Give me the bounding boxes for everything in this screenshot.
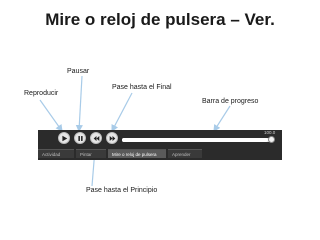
tab-pintar[interactable]: Pintar xyxy=(76,149,106,158)
time-readout: 100.0 xyxy=(264,130,276,135)
callout-arrows xyxy=(39,75,231,187)
arrow-reproducir xyxy=(39,99,63,132)
progress-bar[interactable] xyxy=(122,138,274,142)
pause-button[interactable] xyxy=(74,132,86,144)
pause-icon xyxy=(77,135,83,141)
callout-reproducir: Reproducir xyxy=(24,90,59,97)
skip-back-icon xyxy=(93,135,99,141)
tab-aprender[interactable]: Aprender xyxy=(168,149,202,158)
arrow-final xyxy=(111,92,133,133)
skip-to-end-button[interactable] xyxy=(106,132,118,144)
activity-tabs: Actividad Pintar Mire o reloj de pulsera… xyxy=(38,149,202,158)
play-icon xyxy=(61,135,67,141)
skip-forward-icon xyxy=(109,135,115,141)
arrow-progreso xyxy=(213,105,231,133)
tab-mire-reloj[interactable]: Mire o reloj de pulsera xyxy=(108,149,166,158)
media-player: 100.0 Actividad Pintar Mire o reloj de p… xyxy=(38,130,282,160)
progress-fill xyxy=(122,138,268,142)
arrow-pausar xyxy=(75,75,83,133)
callout-pase-principio: Pase hasta el Principio xyxy=(86,187,158,194)
skip-to-start-button[interactable] xyxy=(90,132,102,144)
callout-pausar: Pausar xyxy=(67,68,90,75)
progress-handle[interactable] xyxy=(268,136,275,143)
callout-barra-progreso: Barra de progreso xyxy=(202,98,259,105)
callout-pase-final: Pase hasta el Final xyxy=(112,84,172,91)
tab-actividad[interactable]: Actividad xyxy=(38,149,74,158)
play-button[interactable] xyxy=(58,132,70,144)
slide-title: Mire o reloj de pulsera – Ver. xyxy=(45,10,275,29)
